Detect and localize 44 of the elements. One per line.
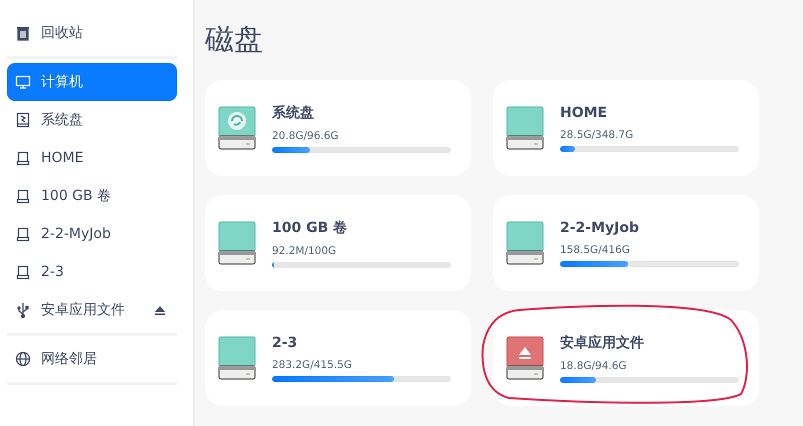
drive-icon (218, 336, 256, 380)
sidebar-item[interactable]: 回收站 (7, 14, 177, 52)
drive-icon (506, 221, 544, 265)
disk-usage: 158.5G/416G (560, 244, 631, 256)
drive-icon (15, 150, 31, 166)
disk-icon (15, 112, 31, 128)
disk-card[interactable]: 系统盘 20.8G/96.6G (205, 80, 471, 176)
disk-name: 安卓应用文件 (560, 334, 645, 352)
drive-icon (15, 188, 31, 204)
disk-card[interactable]: 安卓应用文件 18.8G/94.6G (493, 310, 759, 406)
globe-icon (15, 351, 31, 367)
disk-card[interactable]: 2-2-MyJob 158.5G/416G (493, 195, 759, 291)
trash-icon (15, 25, 31, 41)
system-drive-icon (218, 106, 256, 150)
drive-icon (218, 221, 256, 265)
removable-drive-icon (506, 336, 544, 380)
eject-icon[interactable] (155, 306, 165, 314)
disk-card[interactable]: 100 GB 卷 92.2M/100G (205, 195, 471, 291)
sidebar-item[interactable]: 计算机 (7, 63, 177, 101)
page-title: 磁盘 (205, 21, 264, 58)
sidebar-item[interactable]: HOME (7, 139, 177, 177)
disk-name: HOME (560, 104, 608, 120)
drive-icon (15, 226, 31, 242)
sidebar-item[interactable]: 网络邻居 (7, 340, 177, 378)
disk-usage: 92.2M/100G (272, 244, 338, 256)
drive-icon (506, 106, 544, 150)
disk-usage: 283.2G/415.5G (272, 358, 353, 370)
disk-card[interactable]: HOME 28.5G/348.7G (493, 80, 759, 176)
sidebar-item[interactable]: 100 GB 卷 (7, 177, 177, 215)
disk-usage: 28.5G/348.7G (560, 128, 634, 140)
sidebar-item[interactable]: 安卓应用文件 (7, 291, 177, 329)
sidebar-item[interactable]: 2-3 (7, 253, 177, 291)
disk-name: 2-2-MyJob (560, 220, 640, 236)
disk-name: 100 GB 卷 (272, 218, 348, 236)
monitor-icon (15, 74, 31, 90)
sidebar-item[interactable]: 2-2-MyJob (7, 215, 177, 253)
sidebar-item[interactable]: 系统盘 (7, 101, 177, 139)
usb-icon (15, 302, 31, 318)
disk-name: 系统盘 (272, 104, 315, 122)
disk-name: 2-3 (272, 334, 298, 350)
disk-card[interactable]: 2-3 283.2G/415.5G (205, 310, 471, 406)
drive-icon (15, 264, 31, 280)
disk-usage: 18.8G/94.6G (560, 360, 628, 372)
disk-usage: 20.8G/96.6G (272, 130, 340, 142)
